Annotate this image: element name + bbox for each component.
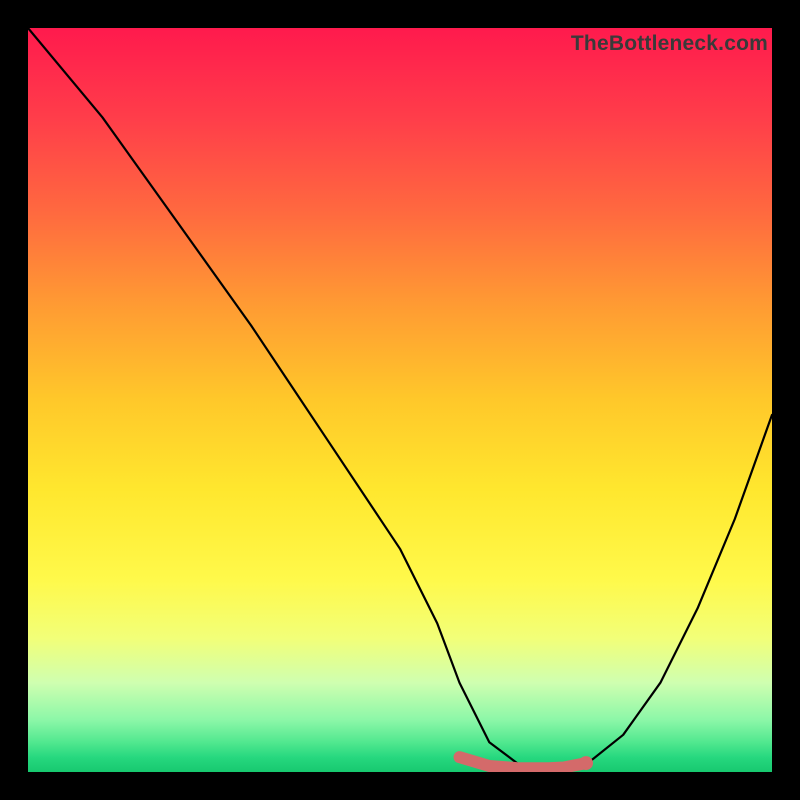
plot-area <box>28 28 772 772</box>
curve-layer <box>28 28 772 772</box>
watermark-text: TheBottleneck.com <box>571 32 768 56</box>
bottleneck-curve <box>28 28 772 772</box>
chart-frame: TheBottleneck.com <box>0 0 800 800</box>
optimal-segment <box>460 757 587 768</box>
optimal-endpoint-dot <box>579 756 593 770</box>
